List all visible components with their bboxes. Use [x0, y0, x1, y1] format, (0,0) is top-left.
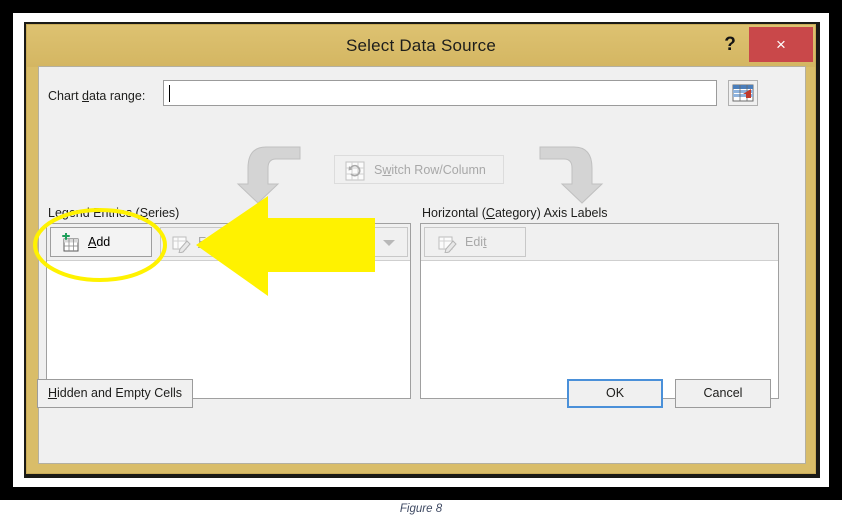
curved-arrow-right-icon	[539, 146, 604, 204]
axis-labels-title: Horizontal (Category) Axis Labels	[422, 206, 608, 220]
edit-axis-labels-icon	[438, 236, 457, 253]
figure-caption: Figure 8	[399, 503, 443, 515]
figure-container: Select Data Source ? × Chart data range:	[0, 0, 842, 525]
add-series-icon	[62, 233, 79, 252]
add-series-label: Add	[88, 235, 111, 249]
legend-entries-title: Legend Entries (Series)	[48, 206, 180, 220]
edit-axis-labels-label: Edit	[465, 235, 487, 249]
add-series-button[interactable]: Add	[50, 227, 152, 257]
series-options-dropdown	[370, 227, 408, 257]
ok-button[interactable]: OK	[567, 379, 663, 408]
legend-entries-toolbar: Add Edit	[47, 224, 410, 261]
axis-labels-panel: Edit	[420, 223, 779, 399]
edit-axis-labels-button: Edit	[424, 227, 526, 257]
edit-series-button: Edit	[160, 227, 262, 257]
hidden-and-empty-cells-button[interactable]: Hidden and Empty Cells	[37, 379, 193, 408]
axis-labels-list[interactable]	[421, 261, 778, 398]
edit-series-label: Edit	[198, 235, 220, 249]
axis-labels-toolbar: Edit	[421, 224, 778, 261]
legend-entries-list[interactable]	[47, 261, 410, 398]
chevron-down-icon	[383, 240, 395, 246]
legend-entries-panel: Add Edit	[46, 223, 411, 399]
edit-series-icon	[172, 236, 191, 253]
curved-arrow-left-icon	[236, 146, 301, 204]
cancel-button[interactable]: Cancel	[675, 379, 771, 408]
